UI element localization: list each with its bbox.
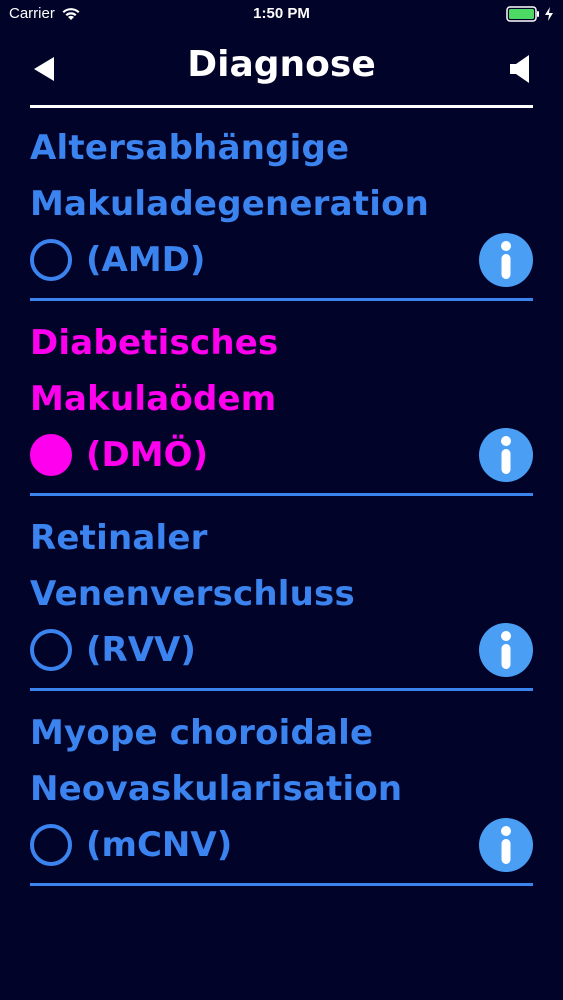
nav-divider bbox=[30, 105, 533, 108]
status-bar: Carrier 1:50 PM bbox=[0, 0, 563, 30]
info-icon[interactable] bbox=[479, 428, 533, 482]
page-title: Diagnose bbox=[187, 44, 376, 85]
radio-unselected[interactable] bbox=[30, 824, 72, 866]
diagnosis-row: (AMD) bbox=[30, 232, 533, 288]
nav-bar: Diagnose bbox=[0, 40, 563, 100]
info-icon[interactable] bbox=[479, 623, 533, 677]
diagnosis-name: Altersabhängige bbox=[30, 128, 350, 168]
diagnosis-name: Makuladegeneration bbox=[30, 184, 430, 224]
diagnosis-item[interactable]: Myope choroidale Neovaskularisation (mCNV) bbox=[30, 691, 533, 886]
radio-unselected[interactable] bbox=[30, 239, 72, 281]
diagnosis-abbreviation: (DMÖ) bbox=[86, 435, 209, 475]
diagnosis-abbreviation: (RVV) bbox=[86, 630, 196, 670]
diagnosis-abbreviation: (AMD) bbox=[86, 240, 206, 280]
diagnosis-item[interactable]: Altersabhängige Makuladegeneration (AMD) bbox=[30, 110, 533, 301]
diagnosis-row: (mCNV) bbox=[30, 817, 533, 873]
diagnosis-name: Myope choroidale bbox=[30, 713, 374, 753]
radio-selected[interactable] bbox=[30, 434, 72, 476]
item-spacer bbox=[30, 301, 533, 315]
radio-unselected[interactable] bbox=[30, 629, 72, 671]
battery-icon bbox=[506, 6, 539, 22]
info-icon[interactable] bbox=[479, 233, 533, 287]
diagnosis-list: Altersabhängige Makuladegeneration (AMD) Di… bbox=[30, 110, 533, 886]
status-right bbox=[506, 6, 554, 22]
diagnosis-row: (DMÖ) bbox=[30, 427, 533, 483]
diagnosis-abbreviation: (mCNV) bbox=[86, 825, 233, 865]
diagnosis-item[interactable]: Retinaler Venenverschluss (RVV) bbox=[30, 496, 533, 691]
diagnosis-name: Retinaler Venenverschluss bbox=[30, 518, 355, 614]
diagnosis-name: Diabetisches Makulaödem bbox=[30, 323, 279, 419]
item-spacer bbox=[30, 110, 533, 120]
charging-bolt-icon bbox=[545, 7, 553, 21]
status-time: 1:50 PM bbox=[253, 5, 310, 22]
speaker-icon[interactable] bbox=[509, 54, 533, 84]
diagnosis-row: (RVV) bbox=[30, 622, 533, 678]
diagnosis-name: Neovaskularisation bbox=[30, 769, 403, 809]
diagnosis-item[interactable]: Diabetisches Makulaödem (DMÖ) bbox=[30, 301, 533, 496]
item-spacer bbox=[30, 691, 533, 705]
info-icon[interactable] bbox=[479, 818, 533, 872]
item-spacer bbox=[30, 496, 533, 510]
